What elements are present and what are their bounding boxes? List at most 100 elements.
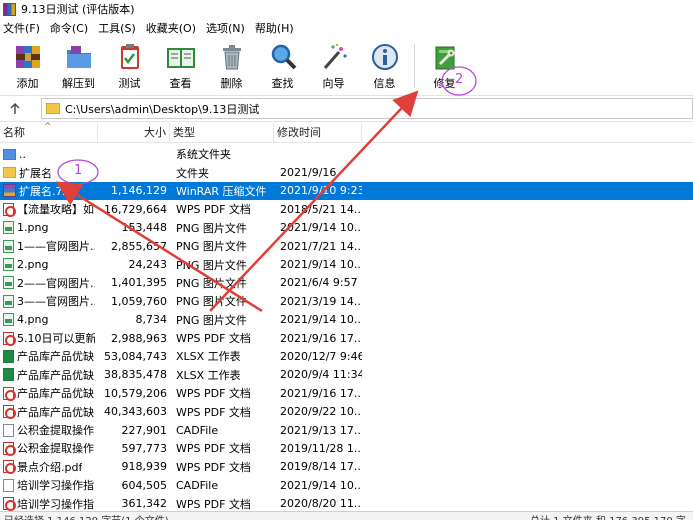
column-size-label: 大小 (144, 125, 166, 139)
toolbar-separator (414, 44, 415, 88)
add-button[interactable]: 添加 (2, 40, 53, 92)
file-size: 153,448 (121, 221, 168, 235)
file-name: 【流量攻略】如... (17, 203, 95, 217)
png-file-icon (3, 239, 14, 253)
folder-file-icon (3, 167, 16, 179)
file-modified: 2019/11/28 1... (280, 441, 362, 455)
column-name-label: 名称 (3, 125, 25, 139)
menu-file[interactable]: 文件(F) (0, 19, 45, 39)
table-row[interactable]: 4.png 8,734 PNG 图片文件 2021/9/14 10... (0, 311, 693, 329)
menu-favorites[interactable]: 收藏夹(O) (141, 19, 201, 39)
column-modified[interactable]: 修改时间 (274, 122, 362, 143)
table-row[interactable]: 2.png 24,243 PNG 图片文件 2021/9/14 10... (0, 255, 693, 273)
cell-name: .. (0, 148, 98, 161)
file-name: 3——官网图片... (17, 295, 95, 309)
table-row[interactable]: 2——官网图片... 1,401,395 PNG 图片文件 2021/6/4 9:57 (0, 274, 693, 292)
table-row[interactable]: 景点介绍.pdf 918,939 WPS PDF 文档 2019/8/14 17... (0, 458, 693, 476)
menu-options[interactable]: 选项(N) (201, 19, 250, 39)
cell-name: 产品库产品优缺... (0, 404, 98, 420)
find-label: 查找 (271, 77, 294, 90)
magnifier-icon (266, 40, 300, 74)
info-icon (368, 40, 402, 74)
cell-name: 扩展名 (0, 165, 98, 181)
table-row[interactable]: 公积金提取操作... 597,773 WPS PDF 文档 2019/11/28 1.… (0, 439, 693, 457)
extract-to-label: 解压到 (62, 77, 95, 90)
file-type: WPS PDF 文档 (176, 203, 251, 217)
table-row[interactable]: 3——官网图片... 1,059,760 PNG 图片文件 2021/3/19 14.… (0, 292, 693, 310)
table-row[interactable]: 产品库产品优缺... 53,084,743 XLSX 工作表 2020/12/7 9:… (0, 347, 693, 365)
file-type: PNG 图片文件 (176, 295, 247, 309)
test-label: 测试 (118, 77, 141, 90)
file-size: 1,146,129 (111, 184, 167, 198)
menu-tools[interactable]: 工具(S) (93, 19, 141, 39)
file-name: 产品库产品优缺... (17, 368, 95, 382)
toolbar: 添加 解压到 测试 查看 删除 查找 向导 信息 修复 (0, 40, 693, 92)
file-size: 10,579,206 (104, 386, 167, 400)
file-modified: 2018/5/21 14... (280, 202, 362, 216)
status-bar: 已经选择 1,146,129 字节(1 个文件) 总计 1 文件夹 和 176,… (0, 511, 693, 520)
table-row[interactable]: 产品库产品优缺... 10,579,206 WPS PDF 文档 2021/9/16 … (0, 384, 693, 402)
cell-name: 【流量攻略】如... (0, 201, 98, 217)
up-arrow-icon[interactable] (3, 97, 27, 121)
table-row[interactable]: 【流量攻略】如... 16,729,664 WPS PDF 文档 2018/5/21 … (0, 200, 693, 218)
pdf-file-icon (3, 460, 16, 475)
find-button[interactable]: 查找 (257, 40, 308, 92)
cad-file-icon (3, 423, 14, 437)
pdf-file-icon (3, 441, 16, 456)
info-button[interactable]: 信息 (359, 40, 410, 92)
view-button[interactable]: 查看 (155, 40, 206, 92)
cell-name: 景点介绍.pdf (0, 459, 98, 475)
cell-name: 培训学习操作指... (0, 496, 98, 512)
column-size[interactable]: 大小 (98, 122, 170, 143)
file-size: 1,059,760 (111, 294, 167, 308)
table-row[interactable]: 公积金提取操作... 227,901 CADFile 2021/9/13 17... (0, 421, 693, 439)
wizard-label: 向导 (322, 77, 345, 90)
table-row[interactable]: .. 系统文件夹 (0, 145, 693, 163)
extract-to-button[interactable]: 解压到 (53, 40, 104, 92)
window-title: 9.13日测试 (评估版本) (21, 3, 135, 16)
file-size: 53,084,743 (104, 349, 167, 363)
delete-button[interactable]: 删除 (206, 40, 257, 92)
address-path: C:\Users\admin\Desktop\9.13日测试 (65, 102, 260, 116)
pdf-file-icon (3, 331, 16, 346)
table-row[interactable]: 培训学习操作指... 604,505 CADFile 2021/9/14 10... (0, 476, 693, 494)
file-modified: 2021/9/14 10... (280, 258, 362, 272)
table-row[interactable]: 1.png 153,448 PNG 图片文件 2021/9/14 10... (0, 219, 693, 237)
file-name: 培训学习操作指... (17, 497, 95, 511)
file-modified: 2019/8/14 17... (280, 460, 362, 474)
file-size: 2,988,963 (111, 331, 167, 345)
table-row[interactable]: 5.10日可以更新... 2,988,963 WPS PDF 文档 2021/9/16… (0, 329, 693, 347)
table-row[interactable]: 产品库产品优缺... 40,343,603 WPS PDF 文档 2020/9/22 … (0, 402, 693, 420)
table-row[interactable]: 1——官网图片... 2,855,657 PNG 图片文件 2021/7/21 14.… (0, 237, 693, 255)
table-row[interactable]: 产品库产品优缺... 38,835,478 XLSX 工作表 2020/9/4 11:… (0, 366, 693, 384)
file-modified: 2020/12/7 9:46 (280, 349, 362, 363)
file-name: 1.png (17, 221, 49, 235)
delete-label: 删除 (220, 77, 243, 90)
table-row[interactable]: 扩展名 文件夹 2021/9/16 (0, 163, 693, 181)
file-size: 24,243 (128, 258, 168, 272)
table-row[interactable]: 扩展名.7z 1,146,129 WinRAR 压缩文件 2021/9/10 9:23 (0, 181, 693, 201)
xlsx-file-icon (3, 349, 14, 363)
cell-name: 2.png (0, 258, 98, 272)
file-type: XLSX 工作表 (176, 350, 241, 364)
address-field[interactable]: C:\Users\admin\Desktop\9.13日测试 (41, 98, 693, 119)
file-name: 2.png (17, 258, 49, 272)
file-type: WPS PDF 文档 (176, 442, 251, 456)
column-name[interactable]: 名称 ^ (0, 122, 98, 143)
menu-help[interactable]: 帮助(H) (250, 19, 299, 39)
cell-name: 5.10日可以更新... (0, 330, 98, 346)
file-type: PNG 图片文件 (176, 258, 247, 272)
png-file-icon (3, 258, 14, 272)
test-button[interactable]: 测试 (104, 40, 155, 92)
file-type: WPS PDF 文档 (176, 332, 251, 346)
menu-command[interactable]: 命令(C) (45, 19, 93, 39)
file-size: 361,342 (121, 497, 168, 511)
wizard-button[interactable]: 向导 (308, 40, 359, 92)
column-type[interactable]: 类型 (170, 122, 274, 143)
file-modified: 2021/9/13 17... (280, 423, 362, 437)
file-modified: 2021/9/10 9:23 (280, 184, 362, 198)
menu-bar: 文件(F) 命令(C) 工具(S) 收藏夹(O) 选项(N) 帮助(H) (0, 19, 693, 39)
file-name: 扩展名 (19, 166, 52, 180)
cell-name: 2——官网图片... (0, 275, 98, 291)
file-modified: 2021/9/16 17... (280, 331, 362, 345)
